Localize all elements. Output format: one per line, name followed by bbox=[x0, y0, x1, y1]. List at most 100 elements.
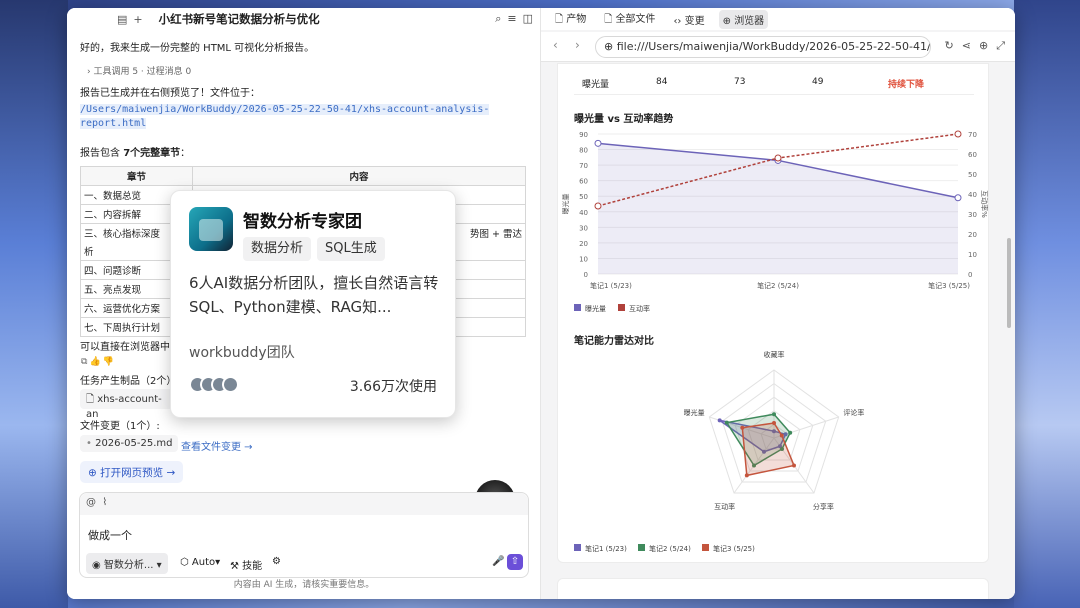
agent-avatar-icon: ◉ bbox=[92, 560, 104, 571]
line-chart: 0102030405060708090010203040506070曝光量 互动率… bbox=[561, 130, 989, 313]
sidebar-toggle-icon[interactable]: ▤ bbox=[117, 13, 127, 26]
y2-tick-label: 0 bbox=[968, 271, 972, 279]
radar-point bbox=[779, 433, 784, 438]
y2-tick-label: 70 bbox=[968, 131, 977, 139]
table-header-chapter: 章节 bbox=[80, 166, 193, 186]
radar-point bbox=[791, 463, 796, 468]
back-icon[interactable]: ‹ bbox=[553, 38, 558, 52]
globe-icon: ⊕ bbox=[604, 40, 617, 53]
report-line: 报告已生成并在右侧预览了！文件位于： bbox=[80, 88, 260, 99]
metric-name: 曝光量 bbox=[582, 80, 610, 90]
composer-toolbar: @ ⌇ bbox=[80, 493, 528, 515]
outputs-label: 任务产生制品（2个） bbox=[80, 376, 177, 387]
data-point bbox=[774, 154, 782, 162]
radar-axis-label: 互动率 bbox=[714, 502, 735, 511]
data-point bbox=[954, 194, 962, 202]
forward-icon[interactable]: › bbox=[575, 38, 580, 52]
new-chat-icon[interactable]: + bbox=[133, 13, 142, 26]
microphone-icon[interactable]: 🎤 bbox=[492, 556, 504, 567]
file-path-link[interactable]: /Users/maiwenjia/WorkBuddy/2026-05-25-22… bbox=[80, 103, 525, 131]
x-tick-label: 笔记3 (5/25) bbox=[928, 281, 970, 290]
radar-point bbox=[740, 425, 745, 430]
y2-tick-label: 20 bbox=[968, 231, 977, 239]
open-preview-button[interactable]: ⊕ 打开网页预览 → bbox=[80, 461, 184, 483]
y2-axis-label: 互动率% bbox=[980, 190, 989, 218]
agent-team-avatar bbox=[189, 207, 233, 251]
y2-tick-label: 10 bbox=[968, 251, 977, 259]
skills-button[interactable]: ⚒ 技能 bbox=[230, 557, 262, 572]
tab-label: 浏览器 bbox=[734, 15, 765, 27]
legend-swatch bbox=[638, 544, 645, 551]
y-tick-label: 10 bbox=[579, 255, 588, 263]
url-input[interactable]: ⊕ file:///Users/maiwenjia/WorkBuddy/2026… bbox=[595, 36, 931, 58]
chapters-prefix: 报告包含 bbox=[80, 148, 124, 159]
tab-browser[interactable]: ⊕ 浏览器 bbox=[718, 9, 769, 29]
output-file-item[interactable]: 🗋 xhs-account-an bbox=[80, 389, 175, 420]
expand-icon[interactable]: ⤢ bbox=[996, 39, 1005, 53]
legend-label: 曝光量 bbox=[585, 304, 606, 313]
member-avatars bbox=[189, 376, 239, 393]
radar-axis-label: 曝光量 bbox=[684, 408, 705, 417]
legend-label: 笔记2 (5/24) bbox=[649, 544, 691, 553]
changed-file-item[interactable]: • 2026-05-25.md bbox=[80, 435, 179, 452]
legend-label: 笔记1 (5/23) bbox=[585, 544, 627, 553]
mention-icon[interactable]: @ bbox=[86, 497, 96, 508]
tab-artifacts[interactable]: 🗋 产物 bbox=[551, 8, 590, 31]
y2-tick-label: 40 bbox=[968, 191, 977, 199]
chevron-down-icon: ▾ bbox=[215, 557, 221, 568]
thumbs-up-icon[interactable]: 👍 bbox=[89, 357, 102, 367]
search-icon[interactable]: ⌕ bbox=[495, 12, 501, 26]
view-changes-link[interactable]: 查看文件变更 → bbox=[181, 438, 253, 453]
radar-axis-label: 分享率 bbox=[813, 502, 834, 511]
composer: @ ⌇ 做成一个 ◉ 智数分析... ▾ ⬡ Auto▾ ⚒ 技能 ⚙ 🎤 ⇧ bbox=[79, 492, 529, 578]
avatar bbox=[222, 376, 239, 393]
chapters-line: 报告包含 7个完整章节： bbox=[80, 144, 190, 159]
thumbs-down-icon[interactable]: 👎 bbox=[103, 357, 116, 367]
attach-icon[interactable]: ⌇ bbox=[102, 497, 107, 508]
y-tick-label: 50 bbox=[579, 193, 588, 201]
agent-info-card[interactable]: 智数分析专家团 数据分析 SQL生成 6人AI数据分析团队，擅长自然语言转SQL… bbox=[170, 190, 456, 418]
share-icon[interactable]: ⋖ bbox=[962, 39, 971, 53]
app-window: ▤ + 小红书新号笔记数据分析与优化 ⌕ ≡ ◫ 好的，我来生成一份完整的 HT… bbox=[67, 8, 1015, 599]
file-icon: 🗋 bbox=[604, 13, 616, 25]
chat-title: 小红书新号笔记数据分析与优化 bbox=[158, 12, 320, 26]
refresh-icon[interactable]: ↻ bbox=[945, 39, 954, 53]
y-tick-label: 70 bbox=[579, 162, 588, 170]
globe-icon[interactable]: ⊕ bbox=[979, 39, 988, 53]
agent-card-team: workbuddy团队 bbox=[189, 345, 295, 361]
radar-point bbox=[744, 473, 749, 478]
globe-icon: ⊕ bbox=[88, 467, 101, 479]
tool-calls-toggle[interactable]: › 工具调用 5 · 过程消息 0 bbox=[87, 64, 191, 77]
x-tick-label: 笔记1 (5/23) bbox=[590, 281, 632, 290]
metric-value: 73 bbox=[734, 77, 746, 87]
legend-swatch bbox=[574, 304, 581, 311]
desktop-wallpaper-left bbox=[0, 0, 68, 608]
agent-selector[interactable]: ◉ 智数分析... ▾ bbox=[86, 553, 168, 574]
composer-input[interactable]: 做成一个 bbox=[88, 527, 132, 543]
panel-toggle-icon[interactable]: ◫ bbox=[523, 12, 533, 26]
send-button[interactable]: ⇧ bbox=[507, 554, 523, 570]
extension-icon[interactable]: ⚙ bbox=[272, 556, 281, 567]
tool-calls-label: 工具调用 5 · 过程消息 0 bbox=[93, 67, 192, 77]
line-chart-title: 曝光量 vs 互动率趋势 bbox=[574, 114, 674, 125]
scrollbar[interactable] bbox=[1007, 238, 1011, 328]
ai-disclaimer: 内容由 AI 生成，请核实重要信息。 bbox=[233, 580, 375, 590]
tab-changes[interactable]: ‹› 变更 bbox=[669, 10, 708, 29]
y-tick-label: 80 bbox=[579, 147, 588, 155]
divider bbox=[574, 94, 974, 95]
radar-axis-label: 收藏率 bbox=[764, 350, 785, 359]
model-selector[interactable]: ⬡ Auto▾ bbox=[180, 557, 220, 568]
trend-badge: 持续下降 bbox=[888, 80, 925, 90]
file-icon: 🗋 bbox=[86, 394, 98, 405]
desktop-wallpaper-right bbox=[1014, 0, 1080, 608]
y-tick-label: 60 bbox=[579, 178, 588, 186]
metric-value: 84 bbox=[656, 77, 668, 87]
code-icon: ‹› bbox=[673, 15, 685, 27]
y-tick-label: 90 bbox=[579, 131, 588, 139]
radar-point bbox=[772, 421, 776, 426]
menu-icon[interactable]: ≡ bbox=[507, 12, 516, 26]
y-axis-label: 曝光量 bbox=[561, 194, 570, 215]
legend-swatch bbox=[574, 544, 581, 551]
tab-all-files[interactable]: 🗋 全部文件 bbox=[600, 8, 659, 31]
file-path-part2: report.html bbox=[80, 118, 147, 129]
